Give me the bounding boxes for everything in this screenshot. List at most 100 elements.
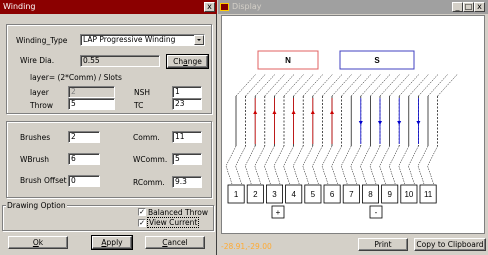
drawing-option-label: Drawing Option (6, 201, 67, 210)
coil-end-top (303, 73, 324, 97)
commutator-label: 8 (368, 190, 373, 199)
coil-end-bottom (292, 145, 304, 185)
balanced-throw-label[interactable]: Balanced Throw (148, 208, 208, 217)
commutator-label: 5 (311, 190, 316, 199)
winding-titlebar: Winding (0, 0, 217, 14)
coil-end-bottom (264, 145, 275, 185)
coil-end-bottom (331, 145, 342, 185)
coil-end-bottom (408, 145, 419, 185)
winding-diagram: N S 1 2 3 4 5 6 7 8 9 10 11 + - (225, 50, 458, 219)
nsh-field[interactable]: 1 (172, 86, 202, 98)
wire-dia-field[interactable]: 0.55 (80, 55, 160, 67)
rcomm-label: RComm. (133, 178, 165, 187)
coil-end-top (370, 73, 391, 97)
comm-field[interactable]: 11 (172, 131, 202, 143)
wbrush-field[interactable]: 6 (68, 153, 100, 165)
coil-end-top (283, 73, 305, 97)
coil-end-bottom (340, 145, 352, 185)
brush-offset-field[interactable]: 0 (68, 175, 100, 187)
apply-button[interactable]: Apply (91, 235, 133, 250)
commutator-label: 7 (349, 190, 354, 199)
cancel-button[interactable]: Cancel (145, 236, 205, 249)
view-current-label[interactable]: View Current (146, 217, 200, 228)
coil-end-bottom (388, 145, 400, 185)
pole-s-label: S (374, 56, 380, 65)
coil-end-top (360, 73, 381, 97)
app-icon (220, 3, 229, 11)
view-current-checkbox[interactable]: ✓ (138, 219, 146, 227)
coil-end-bottom (379, 145, 390, 185)
print-button[interactable]: Print (358, 238, 408, 251)
throw-field[interactable]: 5 (68, 98, 115, 110)
coil-end-top (312, 73, 333, 97)
commutator-label: 3 (272, 190, 277, 199)
wcomm-field[interactable]: 5 (172, 153, 202, 165)
coil-end-bottom (283, 145, 294, 185)
coil-end-bottom (350, 145, 362, 185)
maximize-button[interactable]: □ (463, 2, 474, 12)
coil-end-top (245, 73, 266, 97)
minimize-button[interactable]: _ (452, 2, 463, 12)
coil-end-top (331, 73, 353, 97)
brush-minus-label: - (375, 208, 378, 217)
coil-end-bottom (235, 145, 246, 185)
coil-end-bottom (417, 145, 429, 185)
display-window: Display _ □ x N S 1 2 3 4 5 6 7 8 9 10 11 + - -28.… (218, 0, 488, 255)
coil-end-bottom (244, 145, 256, 185)
balanced-throw-checkbox[interactable]: ✓ (138, 208, 146, 216)
chevron-down-icon[interactable] (194, 35, 204, 45)
winding-type-value: LAP Progressive Winding (83, 35, 176, 44)
coil-end-top (322, 73, 343, 97)
cancel-rest: ancel (167, 238, 188, 247)
nsh-label: NSH (134, 88, 151, 97)
apply-rest: pply (106, 238, 123, 247)
drawing-canvas[interactable]: N S 1 2 3 4 5 6 7 8 9 10 11 + - (221, 15, 485, 234)
layer-field: 2 (68, 86, 115, 98)
coords-readout: -28.91,-29.00 (221, 242, 272, 251)
brush-plus-label: + (276, 208, 281, 217)
winding-title: Winding (3, 2, 36, 11)
wcomm-label: WComm. (133, 155, 168, 164)
ok-button[interactable]: Ok (8, 236, 68, 249)
layer-label: layer (30, 88, 49, 97)
change-label-suffix: nge (187, 57, 202, 66)
tc-field[interactable]: 23 (172, 98, 202, 110)
coil-end-bottom (312, 145, 323, 185)
comm-label: Comm. (133, 133, 160, 142)
commutator-label: 11 (424, 190, 433, 199)
winding-close-button[interactable]: x (204, 2, 215, 12)
commutator-label: 6 (330, 190, 335, 199)
commutator-label: 1 (234, 190, 239, 199)
change-button[interactable]: Change (166, 54, 209, 69)
commutator-label: 10 (404, 190, 413, 199)
rcomm-field[interactable]: 9.3 (172, 176, 202, 188)
display-close-button[interactable]: x (474, 2, 485, 12)
commutator-label: 4 (291, 190, 296, 199)
coil-end-top (341, 73, 362, 97)
coil-end-top (274, 73, 295, 97)
throw-label: Throw (30, 101, 53, 110)
coil-end-top (408, 73, 429, 97)
winding-type-select[interactable]: LAP Progressive Winding (80, 34, 205, 46)
ok-rest: k (38, 238, 44, 247)
coil-end-bottom (225, 145, 237, 185)
wire-dia-label: Wire Dia. (20, 56, 55, 65)
coil-end-top (264, 73, 285, 97)
tc-label: TC (134, 101, 144, 110)
coil-end-bottom (427, 145, 438, 185)
winding-type-label: Winding_Type (16, 36, 68, 45)
coil-end-top (379, 73, 401, 97)
copy-clipboard-button[interactable]: Copy to Clipboard (414, 238, 486, 251)
coil-end-top (418, 73, 439, 97)
coil-end-top (293, 73, 314, 97)
commutator-label: 2 (253, 190, 258, 199)
coil-end-bottom (254, 145, 266, 185)
pole-n-label: N (285, 56, 291, 65)
coil-end-bottom (369, 145, 381, 185)
layer-formula: layer= (2*Comm) / Slots (30, 73, 122, 82)
change-label-prefix: Ch (173, 57, 184, 66)
coil-end-bottom (360, 145, 371, 185)
coil-end-bottom (302, 145, 314, 185)
wbrush-label: WBrush (20, 155, 50, 164)
brushes-field[interactable]: 2 (68, 131, 100, 143)
